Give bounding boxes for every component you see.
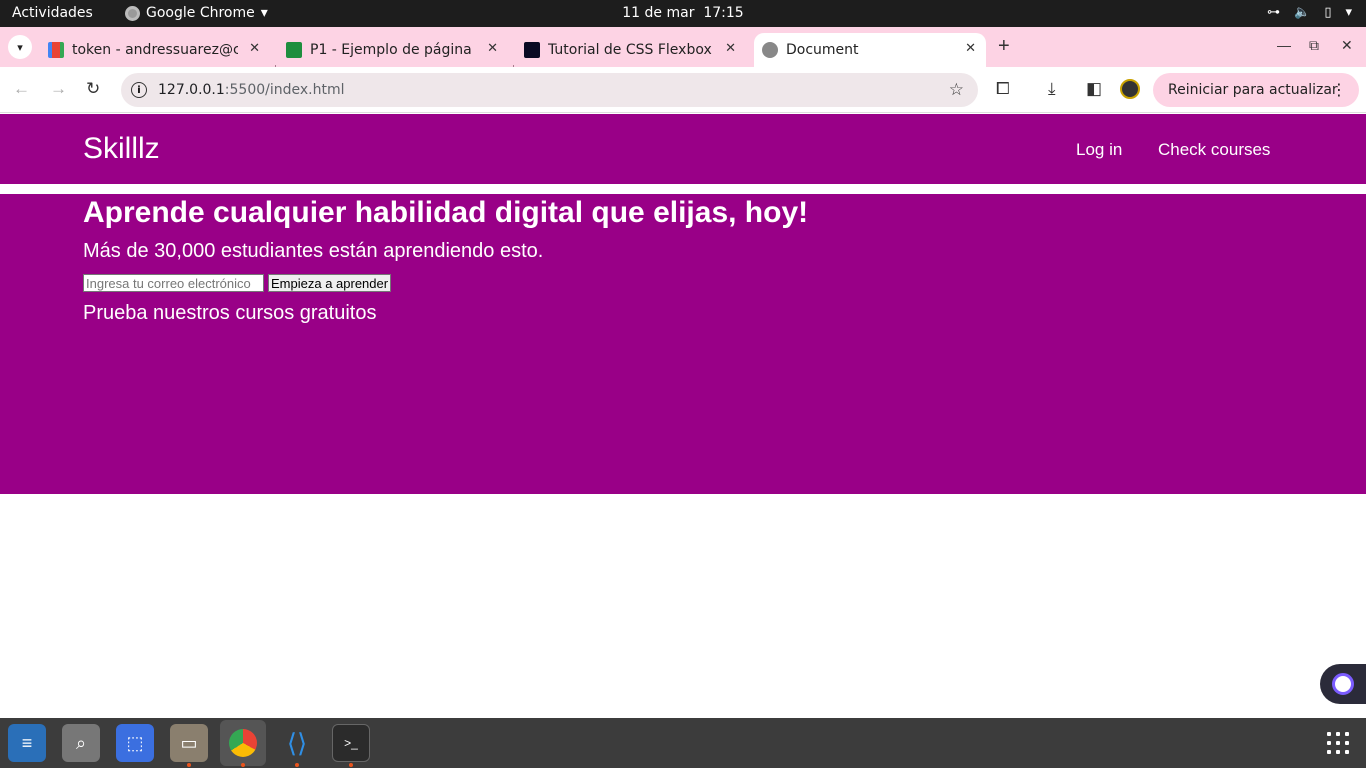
system-tray[interactable]: ⊶ 🔈 ▯ ▾: [1267, 5, 1352, 20]
vscode-icon[interactable]: ⟨⟩: [278, 724, 316, 762]
close-icon[interactable]: ✕: [249, 41, 260, 56]
site-logo[interactable]: Skilllz: [83, 132, 160, 166]
back-arrow-icon[interactable]: ←: [13, 79, 30, 99]
url-path: :5500/index.html: [224, 82, 345, 98]
clock-date: 11 de mar: [622, 5, 695, 21]
minimize-button[interactable]: —: [1277, 37, 1291, 53]
terminal-icon[interactable]: >_: [332, 724, 370, 762]
battery-icon: ▯: [1324, 5, 1332, 20]
nav-check-courses-link[interactable]: Check courses: [1158, 140, 1270, 160]
chat-widget-button[interactable]: [1320, 664, 1366, 704]
start-learning-button[interactable]: Empieza a aprender: [268, 274, 392, 292]
tab-document[interactable]: Document ✕: [754, 33, 986, 67]
kebab-menu-icon[interactable]: ⋮: [1331, 80, 1347, 99]
reload-icon[interactable]: ↻: [86, 79, 100, 99]
volume-icon: 🔈: [1294, 5, 1311, 20]
chrome-icon[interactable]: [220, 720, 266, 766]
extensions-icon[interactable]: ⧠: [996, 79, 1010, 99]
close-icon[interactable]: ✕: [965, 41, 976, 56]
tab-title: Tutorial de CSS Flexbox y: [548, 42, 714, 58]
tab-strip: ▾ token - andressuarez@co ✕ P1 - Ejemplo…: [0, 27, 1366, 81]
os-top-bar: Actividades Google Chrome ▾ 11 de mar 17…: [0, 0, 1366, 27]
gmail-icon: [48, 42, 64, 58]
tab-title: token - andressuarez@co: [72, 42, 238, 58]
tab-title: P1 - Ejemplo de página w: [310, 42, 476, 58]
download-icon[interactable]: ⤓: [1048, 79, 1056, 99]
profile-avatar[interactable]: [1120, 79, 1140, 99]
tab-gmail[interactable]: token - andressuarez@co ✕: [48, 33, 270, 67]
chevron-down-icon: ▾: [1345, 5, 1352, 20]
activities-button[interactable]: Actividades: [12, 5, 93, 21]
close-icon[interactable]: ✕: [487, 41, 498, 56]
new-tab-button[interactable]: +: [998, 35, 1010, 58]
update-label: Reiniciar para actualizar: [1168, 82, 1338, 98]
address-bar[interactable]: i 127.0.0.1:5500/index.html ☆: [121, 73, 978, 107]
tab-title: Document: [786, 42, 859, 58]
web-page: Skilllz Log in Check courses Aprende cua…: [0, 114, 1366, 718]
assistant-icon: [1332, 673, 1354, 695]
browser-toolbar: ← → ↻ i 127.0.0.1:5500/index.html ☆ ⧠ ⤓ …: [0, 67, 1366, 113]
taskbar: ≡ ⌕ ⬚ ▭ ⟨⟩ >_: [0, 718, 1366, 768]
chevron-down-icon: ▾: [260, 5, 268, 21]
bookmark-star-icon[interactable]: ☆: [949, 80, 964, 100]
url-host: 127.0.0.1: [158, 82, 225, 98]
close-window-button[interactable]: ✕: [1341, 37, 1353, 54]
tab-search-button[interactable]: ▾: [8, 35, 32, 59]
email-input[interactable]: [83, 274, 264, 292]
tab-freecodecamp[interactable]: Tutorial de CSS Flexbox y ✕: [524, 33, 746, 67]
forward-arrow-icon[interactable]: →: [50, 79, 67, 99]
hero-title: Aprende cualquier habilidad digital que …: [83, 196, 809, 229]
freecodecamp-icon: [524, 42, 540, 58]
screenshot-icon[interactable]: ⬚: [116, 724, 154, 762]
hero-section: Aprende cualquier habilidad digital que …: [0, 194, 1366, 494]
globe-icon: [762, 42, 778, 58]
classroom-icon: [286, 42, 302, 58]
writer-icon[interactable]: ≡: [8, 724, 46, 762]
files-icon[interactable]: ▭: [170, 724, 208, 762]
site-info-icon[interactable]: i: [131, 82, 147, 98]
clock-time: 17:15: [703, 5, 744, 21]
app-menu[interactable]: Google Chrome ▾: [125, 5, 268, 21]
free-courses-text: Prueba nuestros cursos gratuitos: [83, 302, 377, 324]
show-apps-icon[interactable]: [1327, 732, 1349, 754]
tab-classroom[interactable]: P1 - Ejemplo de página w ✕: [286, 33, 508, 67]
side-panel-icon[interactable]: ◧: [1086, 79, 1102, 99]
update-button[interactable]: Reiniciar para actualizar ⋮: [1153, 73, 1359, 107]
restore-button[interactable]: ⧉: [1309, 37, 1319, 54]
app-name: Google Chrome: [146, 5, 255, 21]
image-viewer-icon[interactable]: ⌕: [62, 724, 100, 762]
site-navbar: Skilllz Log in Check courses: [0, 114, 1366, 184]
hero-subtitle: Más de 30,000 estudiantes están aprendie…: [83, 240, 544, 262]
chevron-down-icon: ▾: [17, 41, 23, 54]
nav-login-link[interactable]: Log in: [1076, 140, 1122, 160]
close-icon[interactable]: ✕: [725, 41, 736, 56]
network-icon: ⊶: [1267, 5, 1281, 20]
chrome-icon: [125, 5, 140, 21]
